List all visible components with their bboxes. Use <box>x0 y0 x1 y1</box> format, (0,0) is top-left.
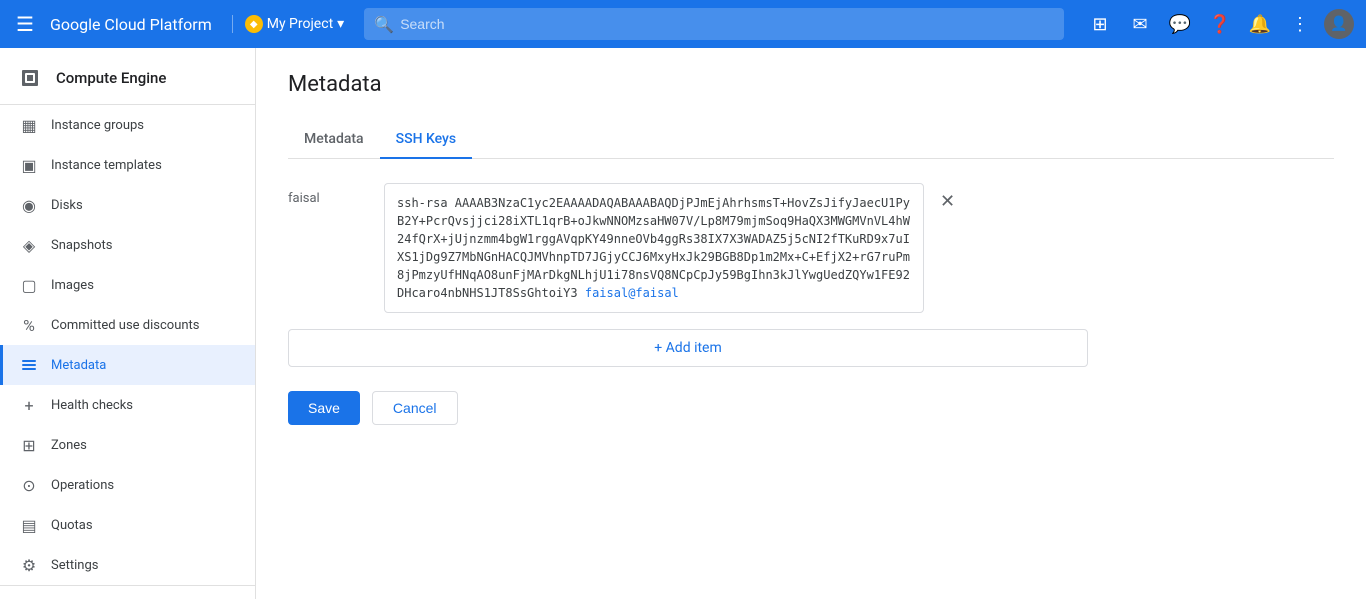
sidebar-item-label: Metadata <box>51 358 106 373</box>
main-content: Metadata Metadata SSH Keys faisal ssh-rs… <box>256 48 1366 599</box>
project-selector[interactable]: ◆ My Project ▾ <box>232 15 344 33</box>
sidebar-item-instance-templates[interactable]: ▣ Instance templates <box>0 145 255 185</box>
ssh-key-label: faisal <box>288 183 368 206</box>
main-layout: Compute Engine ▦ Instance groups ▣ Insta… <box>0 48 1366 599</box>
menu-icon[interactable]: ☰ <box>12 8 38 40</box>
topbar: ☰ Google Cloud Platform ◆ My Project ▾ 🔍… <box>0 0 1366 48</box>
ssh-key-value: ssh-rsa AAAAB3NzaC1yc2EAAAADAQABAAABAQDj… <box>384 183 924 313</box>
action-buttons: Save Cancel <box>288 391 1334 425</box>
support-icon[interactable]: 💬 <box>1164 8 1196 40</box>
tab-ssh-keys[interactable]: SSH Keys <box>380 121 473 159</box>
apps-icon[interactable]: ⊞ <box>1084 8 1116 40</box>
topbar-actions: ⊞ ✉ 💬 ❓ 🔔 ⋮ 👤 <box>1084 8 1354 40</box>
sidebar-item-label: Zones <box>51 438 87 453</box>
sidebar: Compute Engine ▦ Instance groups ▣ Insta… <box>0 48 256 599</box>
app-logo: Google Cloud Platform <box>50 15 212 34</box>
instance-groups-icon: ▦ <box>19 115 39 135</box>
settings-icon: ⚙ <box>19 555 39 575</box>
search-bar: 🔍 <box>364 8 1064 40</box>
sidebar-item-label: Images <box>51 278 94 293</box>
operations-icon: ⊙ <box>19 475 39 495</box>
sidebar-item-label: Instance templates <box>51 158 162 173</box>
sidebar-item-label: Quotas <box>51 518 93 533</box>
metadata-icon <box>19 355 39 375</box>
sidebar-item-label: Snapshots <box>51 238 113 253</box>
sidebar-item-snapshots[interactable]: ◈ Snapshots <box>0 225 255 265</box>
add-item-button[interactable]: + Add item <box>288 329 1088 367</box>
sidebar-item-images[interactable]: ▢ Images <box>0 265 255 305</box>
search-input[interactable] <box>364 8 1064 40</box>
sidebar-item-settings[interactable]: ⚙ Settings <box>0 545 255 585</box>
tab-metadata[interactable]: Metadata <box>288 121 380 159</box>
ssh-key-email: faisal@faisal <box>585 286 679 300</box>
sidebar-title: Compute Engine <box>56 69 166 87</box>
committed-use-icon: % <box>19 315 39 335</box>
notifications-icon[interactable]: 🔔 <box>1244 8 1276 40</box>
add-item-label: + Add item <box>654 340 722 356</box>
disks-icon: ◉ <box>19 195 39 215</box>
email-icon[interactable]: ✉ <box>1124 8 1156 40</box>
snapshots-icon: ◈ <box>19 235 39 255</box>
sidebar-item-operations[interactable]: ⊙ Operations <box>0 465 255 505</box>
avatar[interactable]: 👤 <box>1324 9 1354 39</box>
quotas-icon: ▤ <box>19 515 39 535</box>
sidebar-item-health-checks[interactable]: + Health checks <box>0 385 255 425</box>
instance-templates-icon: ▣ <box>19 155 39 175</box>
sidebar-item-quotas[interactable]: ▤ Quotas <box>0 505 255 545</box>
sidebar-nav: ▦ Instance groups ▣ Instance templates ◉… <box>0 105 255 585</box>
sidebar-bottom: ‹ <box>0 585 255 599</box>
sidebar-item-committed-use-discounts[interactable]: % Committed use discounts <box>0 305 255 345</box>
page-title: Metadata <box>288 72 1334 97</box>
project-name: My Project <box>267 16 333 32</box>
sidebar-item-metadata[interactable]: Metadata <box>0 345 255 385</box>
tabs: Metadata SSH Keys <box>288 121 1334 159</box>
sidebar-item-label: Health checks <box>51 398 133 413</box>
project-icon: ◆ <box>245 15 263 33</box>
sidebar-item-label: Disks <box>51 198 83 213</box>
health-checks-icon: + <box>19 395 39 415</box>
close-ssh-entry-button[interactable]: ✕ <box>940 183 955 212</box>
zones-icon: ⊞ <box>19 435 39 455</box>
save-button[interactable]: Save <box>288 391 360 425</box>
sidebar-item-label: Settings <box>51 558 98 573</box>
help-icon[interactable]: ❓ <box>1204 8 1236 40</box>
sidebar-item-label: Instance groups <box>51 118 144 133</box>
sidebar-item-label: Operations <box>51 478 114 493</box>
sidebar-item-zones[interactable]: ⊞ Zones <box>0 425 255 465</box>
cancel-button[interactable]: Cancel <box>372 391 458 425</box>
ssh-key-entry: faisal ssh-rsa AAAAB3NzaC1yc2EAAAADAQABA… <box>288 183 1334 313</box>
sidebar-header: Compute Engine <box>0 48 255 105</box>
sidebar-item-disks[interactable]: ◉ Disks <box>0 185 255 225</box>
project-dropdown-icon: ▾ <box>337 16 344 32</box>
sidebar-item-label: Committed use discounts <box>51 318 200 333</box>
images-icon: ▢ <box>19 275 39 295</box>
compute-engine-icon <box>16 64 44 92</box>
more-icon[interactable]: ⋮ <box>1284 8 1316 40</box>
sidebar-item-instance-groups[interactable]: ▦ Instance groups <box>0 105 255 145</box>
sidebar-collapse-button[interactable]: ‹ <box>0 594 255 599</box>
